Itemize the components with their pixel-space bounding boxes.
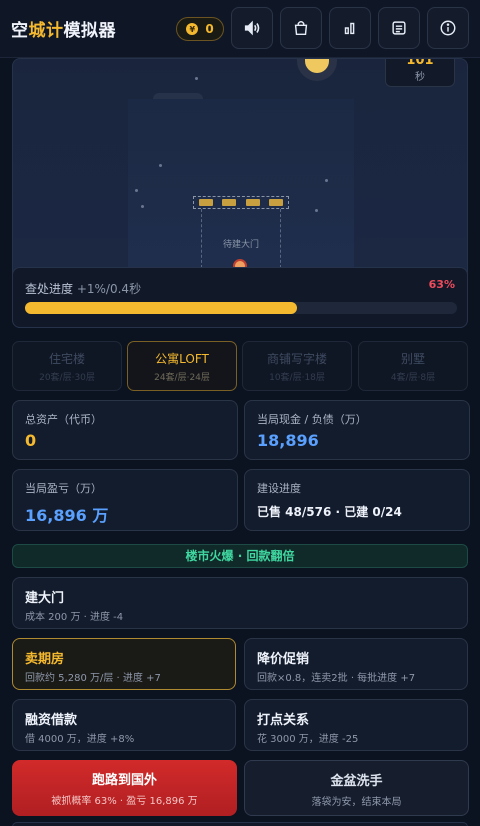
tab-commercial[interactable]: 商铺写字楼 10套/层·18层: [242, 341, 352, 391]
market-event-banner: 楼市火爆 · 回款翻倍: [12, 544, 468, 568]
app-title-highlight: 城计: [28, 21, 64, 41]
stats-chart-icon: [344, 22, 355, 35]
timer-unit: 秒: [415, 72, 425, 83]
stat-value: 16,896 万: [25, 506, 109, 525]
progress-rate: +1%/0.4秒: [76, 282, 142, 296]
progress-fill: [25, 302, 298, 314]
button-sub: 被抓概率 63% · 盈亏 16,896 万: [51, 796, 198, 807]
scaffold-beams: [193, 196, 289, 209]
stat-label: 建设进度: [257, 482, 301, 495]
investigation-progress: 查处进度 +1%/0.4秒 63%: [12, 267, 468, 328]
tab-sub: 10套/层·18层: [269, 373, 325, 383]
tab-label: 商铺写字楼: [266, 352, 327, 366]
timer-value: 101: [406, 58, 434, 68]
retire-button[interactable]: 金盆洗手 落袋为安，结束本局: [244, 760, 469, 816]
stat-label: 当局现金 / 负债（万）: [257, 413, 367, 426]
star-dot: [141, 205, 144, 208]
bottom-panel-edge: [12, 822, 468, 826]
action-name: 打点关系: [257, 713, 310, 728]
top-bar: 空城计模拟器 ¥ 0: [0, 0, 480, 58]
button-sub: 落袋为安，结束本局: [311, 797, 402, 808]
button-title: 金盆洗手: [330, 774, 383, 789]
sun-icon: [297, 59, 337, 81]
stats-button[interactable]: [329, 7, 371, 49]
star-dot: [135, 189, 138, 192]
star-dot: [195, 77, 198, 80]
action-name: 建大门: [25, 591, 65, 606]
shop-button[interactable]: [280, 7, 322, 49]
gate-label: 待建大门: [222, 240, 259, 250]
sound-icon: [244, 20, 260, 36]
build-gate-button[interactable]: 建大门 成本 200 万 · 进度 -4: [12, 577, 468, 629]
discount-sale-button[interactable]: 降价促销 回款×0.8，连卖2批 · 每批进度 +7: [244, 638, 468, 690]
stat-value: 已售 48/576 · 已建 0/24: [257, 505, 402, 519]
tab-label: 住宅楼: [48, 352, 85, 366]
info-icon: [440, 20, 456, 36]
app-title-part2: 模拟器: [63, 21, 116, 41]
progress-percent: 63%: [428, 278, 455, 291]
stat-total-assets: 总资产（代币） 0: [12, 400, 238, 460]
flee-abroad-button[interactable]: 跑路到国外 被抓概率 63% · 盈亏 16,896 万: [12, 760, 237, 816]
bribe-relations-button[interactable]: 打点关系 花 3000 万，进度 -25: [244, 699, 468, 751]
info-button[interactable]: [427, 7, 469, 49]
timer-box: 101 秒: [385, 58, 455, 87]
stat-build-progress: 建设进度 已售 48/576 · 已建 0/24: [244, 469, 470, 531]
tab-sub: 4套/层·8层: [390, 373, 436, 383]
tab-sub: 24套/层·24层: [154, 373, 210, 383]
action-name: 卖期房: [25, 652, 65, 667]
stat-label: 当局盈亏（万）: [25, 482, 102, 495]
sound-button[interactable]: [231, 7, 273, 49]
tab-apartment-loft[interactable]: 公寓LOFT 24套/层·24层: [127, 341, 237, 391]
tab-label: 别墅: [400, 352, 425, 366]
star-dot: [315, 209, 318, 212]
progress-track: [25, 302, 457, 314]
star-dot: [159, 164, 162, 167]
stat-value: 0: [25, 431, 37, 450]
coin-counter[interactable]: ¥ 0: [176, 17, 224, 41]
coin-value: 0: [205, 22, 214, 36]
progress-title: 查处进度: [25, 282, 74, 296]
action-sub: 回款×0.8，连卖2批 · 每批进度 +7: [257, 673, 416, 684]
stat-profit: 当局盈亏（万） 16,896 万: [12, 469, 238, 531]
progress-label: 查处进度 +1%/0.4秒: [25, 280, 141, 297]
shop-bag-icon: [294, 20, 308, 36]
stat-label: 总资产（代币）: [25, 413, 102, 426]
log-list-icon: [392, 21, 406, 35]
action-sub: 成本 200 万 · 进度 -4: [25, 612, 124, 623]
action-sub: 回款约 5,280 万/层 · 进度 +7: [25, 673, 161, 684]
app-title: 空城计模拟器: [11, 16, 116, 41]
stat-cash-debt: 当局现金 / 负债（万） 18,896: [244, 400, 470, 460]
button-title: 跑路到国外: [91, 773, 157, 788]
coin-icon: ¥: [186, 23, 199, 35]
action-sub: 借 4000 万，进度 +8%: [25, 734, 135, 745]
loan-button[interactable]: 融资借款 借 4000 万，进度 +8%: [12, 699, 236, 751]
action-name: 融资借款: [25, 713, 78, 728]
tab-sub: 20套/层·30层: [39, 373, 95, 383]
action-sub: 花 3000 万，进度 -25: [257, 734, 359, 745]
tab-villa[interactable]: 别墅 4套/层·8层: [358, 341, 468, 391]
star-dot: [325, 179, 328, 182]
action-name: 降价促销: [257, 652, 310, 667]
log-button[interactable]: [378, 7, 420, 49]
stat-value: 18,896: [257, 431, 319, 450]
presale-button[interactable]: 卖期房 回款约 5,280 万/层 · 进度 +7: [12, 638, 236, 690]
app-title-part1: 空: [11, 21, 29, 41]
tab-residential[interactable]: 住宅楼 20套/层·30层: [12, 341, 122, 391]
tab-label: 公寓LOFT: [155, 352, 209, 366]
